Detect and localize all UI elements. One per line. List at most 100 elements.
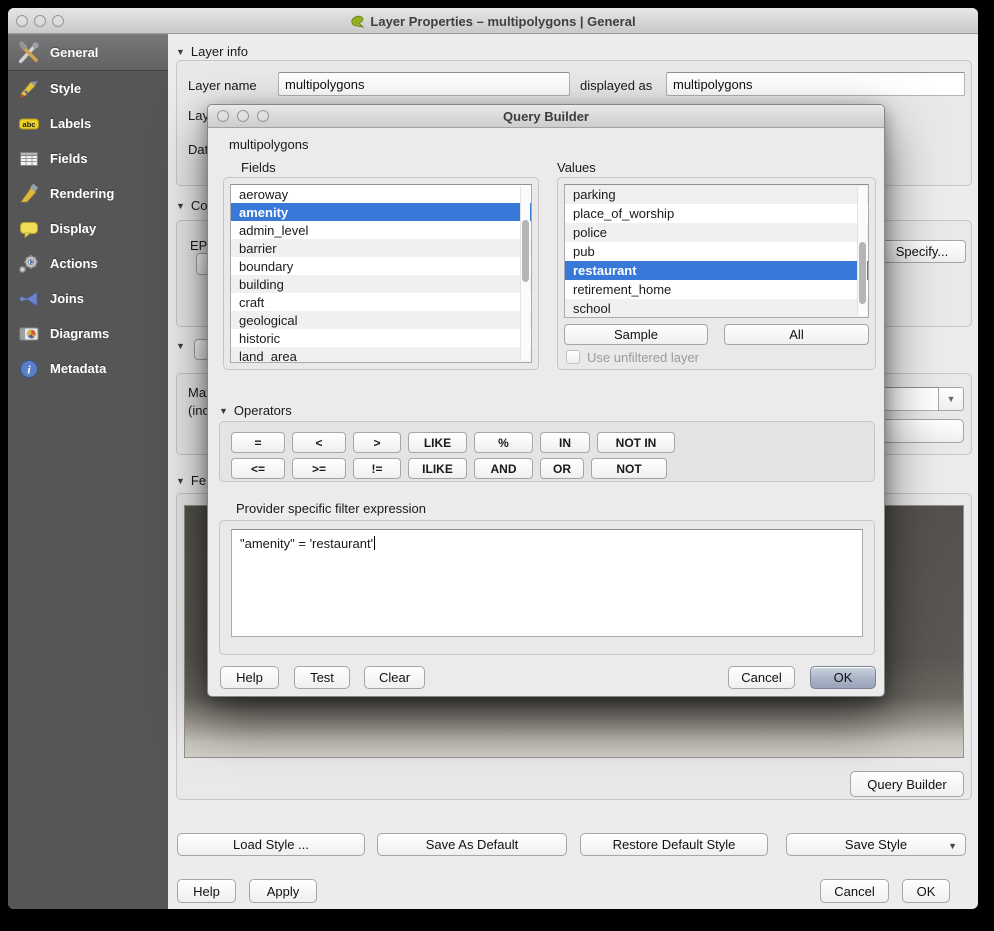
crs-header[interactable]: ▼ Co bbox=[176, 198, 208, 213]
brush-icon bbox=[16, 181, 42, 207]
scale-combo-arrow-button[interactable]: ▼ bbox=[938, 387, 964, 411]
disclosure-triangle-icon[interactable]: ▼ bbox=[176, 476, 185, 486]
sidebar-item-diagrams[interactable]: Diagrams bbox=[8, 316, 168, 351]
field-item[interactable]: craft bbox=[231, 293, 531, 311]
all-button[interactable]: All bbox=[724, 324, 869, 345]
filter-expression-input[interactable]: "amenity" = 'restaurant' bbox=[231, 529, 863, 637]
field-item-selected[interactable]: amenity bbox=[231, 203, 531, 221]
layer-info-header[interactable]: ▼ Layer info bbox=[176, 44, 248, 59]
values-list[interactable]: parking place_of_worship police pub rest… bbox=[564, 184, 869, 318]
disclosure-triangle-icon[interactable]: ▼ bbox=[176, 47, 185, 57]
window-titlebar[interactable]: Layer Properties – multipolygons | Gener… bbox=[8, 8, 978, 34]
sidebar-item-display[interactable]: Display bbox=[8, 211, 168, 246]
sidebar-item-joins[interactable]: Joins bbox=[8, 281, 168, 316]
sidebar-item-label: Fields bbox=[50, 151, 88, 166]
dialog-cancel-button[interactable]: Cancel bbox=[728, 666, 795, 689]
value-item[interactable]: retirement_home bbox=[565, 280, 868, 299]
cancel-button-label: Cancel bbox=[834, 884, 874, 899]
sidebar-item-label: Display bbox=[50, 221, 96, 236]
sidebar-item-rendering[interactable]: Rendering bbox=[8, 176, 168, 211]
sidebar-item-style[interactable]: Style bbox=[8, 71, 168, 106]
field-item[interactable]: building bbox=[231, 275, 531, 293]
value-item[interactable]: school bbox=[565, 299, 868, 318]
query-builder-button-label: Query Builder bbox=[867, 777, 946, 792]
paintbrush-icon bbox=[16, 76, 42, 102]
field-item[interactable]: admin_level bbox=[231, 221, 531, 239]
operator-not-equal-button[interactable]: != bbox=[353, 458, 401, 479]
disclosure-triangle-icon[interactable]: ▼ bbox=[176, 341, 185, 351]
operator-like-button[interactable]: LIKE bbox=[408, 432, 467, 453]
tools-icon bbox=[16, 40, 42, 66]
sidebar-item-metadata[interactable]: i Metadata bbox=[8, 351, 168, 386]
fields-list[interactable]: aeroway amenity admin_level barrier boun… bbox=[230, 184, 532, 363]
values-scrollbar-thumb[interactable] bbox=[859, 242, 866, 304]
restore-default-style-button[interactable]: Restore Default Style bbox=[580, 833, 768, 856]
dialog-cancel-button-label: Cancel bbox=[741, 670, 781, 685]
operator-greater-equal-button[interactable]: >= bbox=[292, 458, 346, 479]
feature-subset-header[interactable]: ▼ Fe bbox=[176, 473, 206, 488]
field-item[interactable]: barrier bbox=[231, 239, 531, 257]
value-item[interactable]: parking bbox=[565, 185, 868, 204]
sidebar-item-label: Joins bbox=[50, 291, 84, 306]
value-item[interactable]: place_of_worship bbox=[565, 204, 868, 223]
operators-header[interactable]: ▼ Operators bbox=[219, 403, 292, 418]
help-button[interactable]: Help bbox=[177, 879, 236, 903]
apply-button[interactable]: Apply bbox=[249, 879, 317, 903]
load-style-button[interactable]: Load Style ... bbox=[177, 833, 365, 856]
values-label: Values bbox=[557, 160, 596, 175]
test-button[interactable]: Test bbox=[294, 666, 350, 689]
field-item[interactable]: land_area bbox=[231, 347, 531, 363]
dialog-help-button[interactable]: Help bbox=[220, 666, 279, 689]
operator-ilike-button[interactable]: ILIKE bbox=[408, 458, 467, 479]
dialog-titlebar[interactable]: Query Builder bbox=[208, 105, 884, 128]
sample-button[interactable]: Sample bbox=[564, 324, 708, 345]
operator-not-in-button[interactable]: NOT IN bbox=[597, 432, 675, 453]
operator-in-button[interactable]: IN bbox=[540, 432, 590, 453]
query-builder-button[interactable]: Query Builder bbox=[850, 771, 964, 797]
save-as-default-button[interactable]: Save As Default bbox=[377, 833, 567, 856]
sidebar-item-labels[interactable]: abc Labels bbox=[8, 106, 168, 141]
value-item[interactable]: pub bbox=[565, 242, 868, 261]
operator-greater-than-button[interactable]: > bbox=[353, 432, 401, 453]
operator-equals-button[interactable]: = bbox=[231, 432, 285, 453]
operator-or-button[interactable]: OR bbox=[540, 458, 584, 479]
sidebar-item-fields[interactable]: Fields bbox=[8, 141, 168, 176]
operator-less-equal-button[interactable]: <= bbox=[231, 458, 285, 479]
operators-row-2: <= >= != ILIKE AND OR NOT bbox=[231, 458, 667, 479]
value-item-selected[interactable]: restaurant bbox=[565, 261, 868, 280]
operator-not-button[interactable]: NOT bbox=[591, 458, 667, 479]
fields-scrollbar-thumb[interactable] bbox=[522, 220, 529, 282]
save-style-button[interactable]: Save Style ▼ bbox=[786, 833, 966, 856]
text-cursor bbox=[374, 536, 375, 550]
disclosure-triangle-icon[interactable]: ▼ bbox=[219, 406, 228, 416]
scale-visibility-header[interactable]: ▼ bbox=[176, 341, 185, 351]
cancel-button[interactable]: Cancel bbox=[820, 879, 889, 903]
clear-button[interactable]: Clear bbox=[364, 666, 425, 689]
window-title-text: Layer Properties – multipolygons | Gener… bbox=[370, 14, 635, 29]
sidebar-item-label: Style bbox=[50, 81, 81, 96]
operator-percent-button[interactable]: % bbox=[474, 432, 533, 453]
filter-expression-label: Provider specific filter expression bbox=[236, 501, 426, 516]
properties-sidebar: General Style abc Labels Fields Renderin… bbox=[8, 34, 168, 909]
field-item[interactable]: boundary bbox=[231, 257, 531, 275]
field-item[interactable]: historic bbox=[231, 329, 531, 347]
fields-scrollbar[interactable] bbox=[520, 186, 530, 361]
layer-name-input[interactable] bbox=[278, 72, 570, 96]
dialog-help-button-label: Help bbox=[236, 670, 263, 685]
specify-crs-button[interactable]: Specify... bbox=[878, 240, 966, 263]
all-button-label: All bbox=[789, 327, 803, 342]
field-item[interactable]: geological bbox=[231, 311, 531, 329]
values-scrollbar[interactable] bbox=[857, 186, 867, 316]
ok-button[interactable]: OK bbox=[902, 879, 950, 903]
disclosure-triangle-icon[interactable]: ▼ bbox=[176, 201, 185, 211]
value-item[interactable]: police bbox=[565, 223, 868, 242]
sidebar-item-general[interactable]: General bbox=[8, 34, 168, 71]
operator-less-than-button[interactable]: < bbox=[292, 432, 346, 453]
displayed-as-input[interactable] bbox=[666, 72, 965, 96]
use-unfiltered-checkbox[interactable] bbox=[566, 350, 580, 364]
operator-and-button[interactable]: AND bbox=[474, 458, 533, 479]
sidebar-item-actions[interactable]: Actions bbox=[8, 246, 168, 281]
field-item[interactable]: aeroway bbox=[231, 185, 531, 203]
dialog-ok-button[interactable]: OK bbox=[810, 666, 876, 689]
filter-expression-text: "amenity" = 'restaurant' bbox=[240, 536, 373, 551]
